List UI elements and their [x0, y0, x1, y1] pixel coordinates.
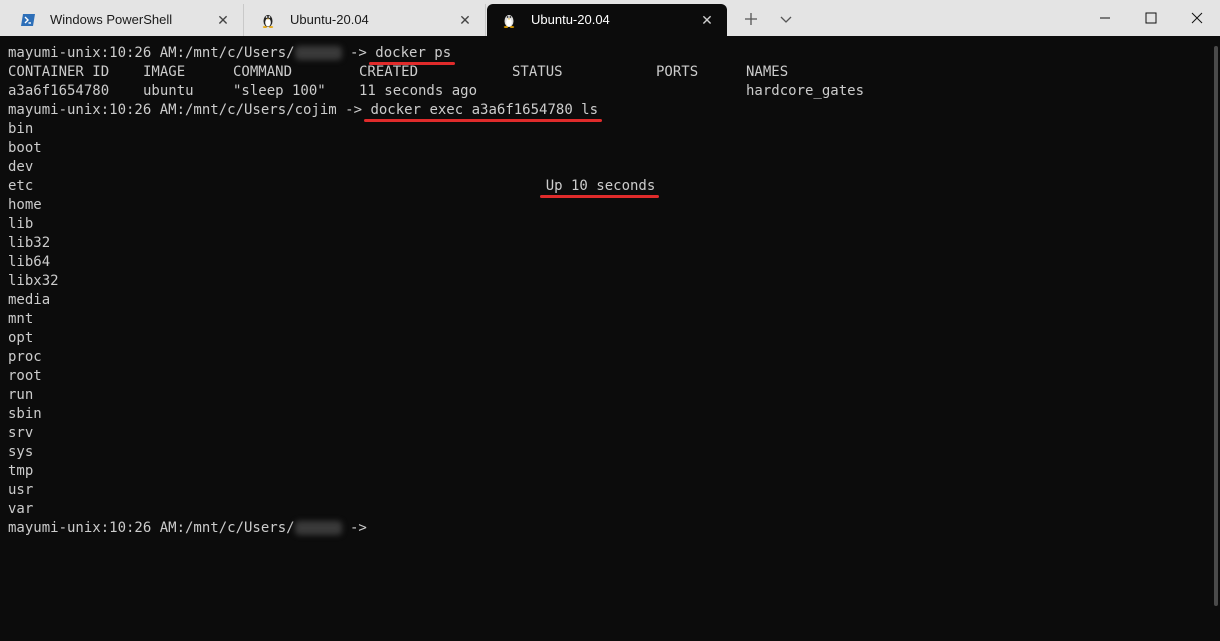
- prompt-line: mayumi-unix:10:26 AM:/mnt/c/Users/cojim …: [8, 102, 602, 122]
- prompt: mayumi-unix:10:26 AM:/mnt/c/Users/: [8, 102, 295, 118]
- list-item: sys: [8, 444, 34, 460]
- maximize-button[interactable]: [1128, 0, 1174, 36]
- list-item: proc: [8, 349, 42, 365]
- command-docker-exec: docker exec a3a6f1654780 ls: [364, 102, 602, 122]
- list-item: usr: [8, 482, 34, 498]
- minimize-icon: [1100, 17, 1110, 19]
- tab-ubuntu-1[interactable]: Ubuntu-20.04 ✕: [246, 4, 486, 36]
- list-item: tmp: [8, 463, 34, 479]
- cell-created: 11 seconds ago: [359, 83, 478, 99]
- header-image: IMAGE: [143, 64, 186, 80]
- list-item: var: [8, 501, 34, 517]
- close-window-button[interactable]: [1174, 0, 1220, 36]
- tab-label: Ubuntu-20.04: [290, 12, 369, 27]
- list-item: bin: [8, 121, 34, 137]
- terminal-output[interactable]: mayumi-unix:10:26 AM:/mnt/c/Users/ -> do…: [8, 44, 1198, 538]
- tab-windows-powershell[interactable]: Windows PowerShell ✕: [6, 4, 244, 36]
- tux-icon: [260, 12, 276, 28]
- list-item: media: [8, 292, 51, 308]
- prompt: mayumi-unix:10:26 AM:/mnt/c/Users/: [8, 520, 295, 536]
- close-icon[interactable]: ✕: [455, 10, 475, 30]
- cell-image: ubuntu: [143, 83, 194, 99]
- ls-output: bin boot dev etc home lib lib32 lib64 libx32 medi…: [8, 120, 1198, 519]
- close-icon[interactable]: ✕: [697, 10, 717, 30]
- powershell-icon: [20, 12, 36, 28]
- list-item: lib: [8, 216, 34, 232]
- prompt-user: cojim: [294, 102, 337, 118]
- list-item: root: [8, 368, 42, 384]
- new-tab-button[interactable]: [736, 4, 766, 34]
- cell-command: "sleep 100": [233, 83, 326, 99]
- chevron-down-icon: [780, 16, 792, 23]
- scrollbar[interactable]: [1214, 46, 1218, 606]
- list-item: lib32: [8, 235, 51, 251]
- tab-bar: Windows PowerShell ✕ Ubuntu-20.04 ✕ Ubun…: [0, 0, 1220, 36]
- plus-icon: [745, 13, 757, 25]
- list-item: opt: [8, 330, 34, 346]
- tab-label: Windows PowerShell: [50, 12, 173, 27]
- header-created: CREATED: [359, 64, 419, 80]
- command-docker-ps: docker ps: [369, 45, 456, 65]
- tab-ubuntu-2[interactable]: Ubuntu-20.04 ✕: [487, 4, 727, 36]
- cell-container-id: a3a6f1654780: [8, 83, 110, 99]
- redacted-username: [294, 521, 342, 535]
- table-header: CONTAINER ID IMAGE COMMAND CREATED STATU…: [8, 63, 1198, 82]
- list-item: mnt: [8, 311, 34, 327]
- list-item: dev: [8, 159, 34, 175]
- prompt: mayumi-unix:10:26 AM:/mnt/c/Users/: [8, 45, 295, 61]
- list-item: boot: [8, 140, 42, 156]
- list-item: libx32: [8, 273, 59, 289]
- header-ports: PORTS: [656, 64, 699, 80]
- list-item: home: [8, 197, 42, 213]
- minimize-button[interactable]: [1082, 0, 1128, 36]
- list-item: srv: [8, 425, 34, 441]
- tab-dropdown-button[interactable]: [771, 4, 801, 34]
- list-item: lib64: [8, 254, 51, 270]
- header-names: NAMES: [746, 64, 789, 80]
- close-icon: [1191, 12, 1203, 24]
- close-icon[interactable]: ✕: [213, 10, 233, 30]
- prompt-line: mayumi-unix:10:26 AM:/mnt/c/Users/ -> do…: [8, 45, 456, 65]
- list-item: etc: [8, 178, 34, 194]
- redacted-username: [294, 46, 342, 60]
- tux-icon: [501, 12, 517, 28]
- maximize-icon: [1145, 12, 1157, 24]
- table-row: a3a6f1654780 ubuntu "sleep 100" 11 secon…: [8, 82, 1198, 198]
- header-command: COMMAND: [233, 64, 293, 80]
- list-item: run: [8, 387, 34, 403]
- cell-names: hardcore_gates: [746, 83, 865, 99]
- tab-label: Ubuntu-20.04: [531, 12, 610, 27]
- header-container-id: CONTAINER ID: [8, 64, 110, 80]
- header-status: STATUS: [512, 64, 563, 80]
- list-item: sbin: [8, 406, 42, 422]
- prompt-line: mayumi-unix:10:26 AM:/mnt/c/Users/ ->: [8, 520, 376, 536]
